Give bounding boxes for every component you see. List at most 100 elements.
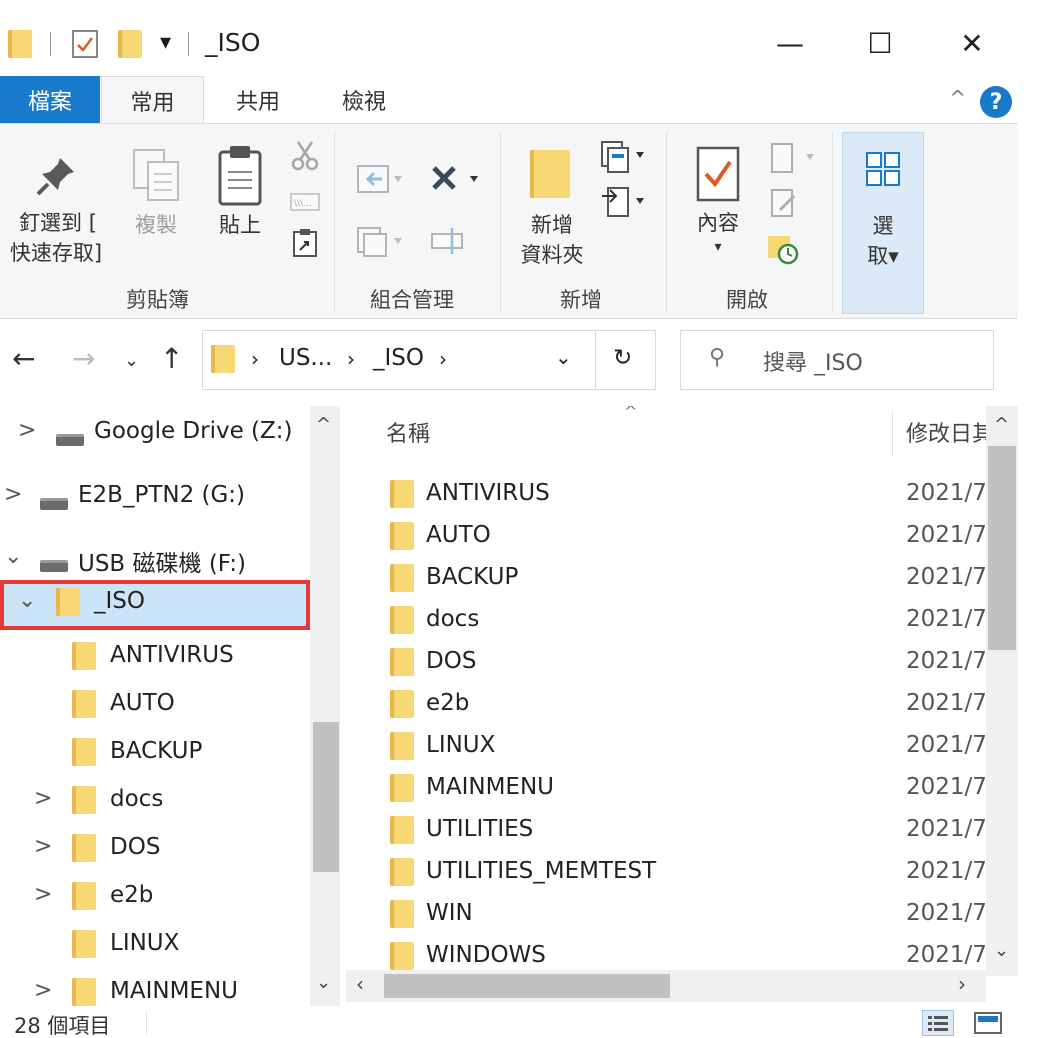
scroll-right-icon[interactable]: › xyxy=(958,972,966,996)
file-row[interactable]: WIN 2021/7 xyxy=(346,894,987,936)
scroll-up-icon[interactable]: ^ xyxy=(316,414,331,435)
scroll-down-icon[interactable]: ⌄ xyxy=(994,940,1009,961)
nav-tree-item[interactable]: AUTO xyxy=(0,682,310,730)
rename-icon[interactable] xyxy=(430,224,470,262)
quick-access-dropdown-icon[interactable]: ▾ xyxy=(160,30,171,55)
address-history-chevron-icon[interactable]: ⌄ xyxy=(555,345,572,369)
details-view-icon[interactable] xyxy=(922,1010,954,1036)
easy-access-icon[interactable] xyxy=(598,184,648,224)
column-header-name[interactable]: 名稱 xyxy=(386,416,430,448)
file-list-scroll-thumb[interactable] xyxy=(988,446,1016,650)
scroll-up-icon[interactable]: ^ xyxy=(994,414,1009,435)
delete-icon[interactable] xyxy=(430,162,484,200)
chevron-down-icon[interactable]: ⌄ xyxy=(4,544,22,569)
pin-quick-access-label-1[interactable]: 釘選到 [ xyxy=(4,208,112,238)
collapse-ribbon-icon[interactable]: ^ xyxy=(949,86,966,110)
new-folder-icon[interactable] xyxy=(530,150,570,198)
help-button[interactable]: ? xyxy=(980,86,1012,118)
file-row[interactable]: docs 2021/7 xyxy=(346,600,987,642)
cut-icon[interactable] xyxy=(290,140,320,176)
new-folder-quick-access-icon[interactable] xyxy=(118,30,142,58)
breadcrumb-iso[interactable]: _ISO xyxy=(373,345,424,371)
select-button[interactable]: 選 取▾ xyxy=(842,132,924,314)
tab-file[interactable]: 檔案 xyxy=(0,76,100,124)
new-item-icon[interactable] xyxy=(598,138,648,178)
chevron-down-icon[interactable]: ⌄ xyxy=(18,588,36,613)
breadcrumb-usb[interactable]: US... xyxy=(279,345,332,371)
chevron-right-icon[interactable]: > xyxy=(4,482,22,507)
column-divider[interactable] xyxy=(892,410,893,456)
nav-tree-item[interactable]: > MAINMENU xyxy=(0,970,310,1006)
pin-quick-access-label-2[interactable]: 快速存取] xyxy=(0,238,112,268)
copy-label[interactable]: 複製 xyxy=(124,210,188,240)
nav-pane-scroll-thumb[interactable] xyxy=(313,722,339,872)
paste-label[interactable]: 貼上 xyxy=(208,210,272,240)
nav-tree-item-label: _ISO xyxy=(94,588,145,614)
breadcrumb-separator-icon[interactable]: › xyxy=(251,347,259,371)
address-bar[interactable]: › US... › _ISO › ⌄ ↻ xyxy=(202,330,656,390)
search-input[interactable]: 搜尋 _ISO xyxy=(763,345,863,377)
pin-icon[interactable] xyxy=(34,154,78,202)
chevron-right-icon[interactable]: > xyxy=(18,418,36,443)
refresh-icon[interactable]: ↻ xyxy=(613,345,632,371)
chevron-right-icon[interactable]: > xyxy=(34,978,52,1003)
file-list-scrollbar[interactable]: ^ ⌄ xyxy=(986,406,1018,976)
nav-tree-item[interactable]: ⌄ USB 磁碟機 (F:) xyxy=(0,536,310,584)
nav-tree-item[interactable]: > docs xyxy=(0,778,310,826)
properties-dropdown-icon[interactable]: ▾ xyxy=(706,232,730,262)
nav-tree-item[interactable]: > e2b xyxy=(0,874,310,922)
recent-locations-chevron-icon[interactable]: ⌄ xyxy=(124,350,139,371)
close-button[interactable]: ✕ xyxy=(942,20,1002,66)
move-to-icon[interactable] xyxy=(356,162,404,200)
up-arrow-icon[interactable]: ↑ xyxy=(160,342,183,375)
file-row[interactable]: UTILITIES_MEMTEST 2021/7 xyxy=(346,852,987,894)
nav-tree-item[interactable]: > Google Drive (Z:) xyxy=(0,410,310,458)
maximize-button[interactable]: ☐ xyxy=(850,20,910,66)
forward-arrow-icon[interactable]: → xyxy=(72,342,95,375)
history-icon[interactable] xyxy=(766,230,802,270)
nav-tree-item[interactable]: LINUX xyxy=(0,922,310,970)
copy-path-icon[interactable]: \\\... xyxy=(290,192,320,216)
open-icon[interactable] xyxy=(768,140,818,180)
copy-to-icon[interactable] xyxy=(356,224,404,262)
properties-quick-access-icon[interactable] xyxy=(72,30,98,58)
nav-tree-item[interactable]: > E2B_PTN2 (G:) xyxy=(0,474,310,522)
paste-shortcut-icon[interactable] xyxy=(292,228,318,262)
breadcrumb-separator-icon[interactable]: › xyxy=(347,347,355,371)
chevron-right-icon[interactable]: > xyxy=(34,882,52,907)
large-icons-view-icon[interactable] xyxy=(974,1012,1002,1034)
chevron-right-icon[interactable]: > xyxy=(34,834,52,859)
scroll-left-icon[interactable]: ‹ xyxy=(356,972,364,996)
nav-pane-scrollbar[interactable]: ^ ⌄ xyxy=(310,406,340,1006)
nav-tree-item[interactable]: ANTIVIRUS xyxy=(0,634,310,682)
file-row[interactable]: LINUX 2021/7 xyxy=(346,726,987,768)
file-row[interactable]: UTILITIES 2021/7 xyxy=(346,810,987,852)
horizontal-scrollbar[interactable]: ‹ › xyxy=(346,970,986,1002)
column-header-modified[interactable]: 修改日其 xyxy=(906,416,994,448)
nav-tree-item[interactable]: ⌄ _ISO xyxy=(0,580,310,630)
copy-icon[interactable] xyxy=(130,146,186,210)
file-row[interactable]: e2b 2021/7 xyxy=(346,684,987,726)
new-folder-label-2[interactable]: 資料夾 xyxy=(508,240,596,270)
nav-tree-item[interactable]: > DOS xyxy=(0,826,310,874)
file-row[interactable]: DOS 2021/7 xyxy=(346,642,987,684)
search-box[interactable]: ⚲ 搜尋 _ISO xyxy=(680,330,994,390)
chevron-right-icon[interactable]: > xyxy=(34,786,52,811)
tab-share[interactable]: 共用 xyxy=(206,76,310,124)
paste-icon[interactable] xyxy=(214,144,266,212)
new-folder-label-1[interactable]: 新增 xyxy=(516,210,588,240)
file-row[interactable]: ANTIVIRUS 2021/7 xyxy=(346,474,987,516)
horizontal-scroll-thumb[interactable] xyxy=(384,974,670,998)
tab-home[interactable]: 常用 xyxy=(101,76,204,124)
file-row[interactable]: AUTO 2021/7 xyxy=(346,516,987,558)
scroll-down-icon[interactable]: ⌄ xyxy=(316,972,331,993)
edit-icon[interactable] xyxy=(768,186,800,224)
file-row[interactable]: BACKUP 2021/7 xyxy=(346,558,987,600)
nav-tree-item[interactable]: BACKUP xyxy=(0,730,310,778)
breadcrumb-separator-icon[interactable]: › xyxy=(439,347,447,371)
file-row[interactable]: MAINMENU 2021/7 xyxy=(346,768,987,810)
minimize-button[interactable]: — xyxy=(760,20,820,66)
properties-icon[interactable] xyxy=(694,144,742,208)
back-arrow-icon[interactable]: ← xyxy=(12,342,35,375)
tab-view[interactable]: 檢視 xyxy=(312,76,416,124)
